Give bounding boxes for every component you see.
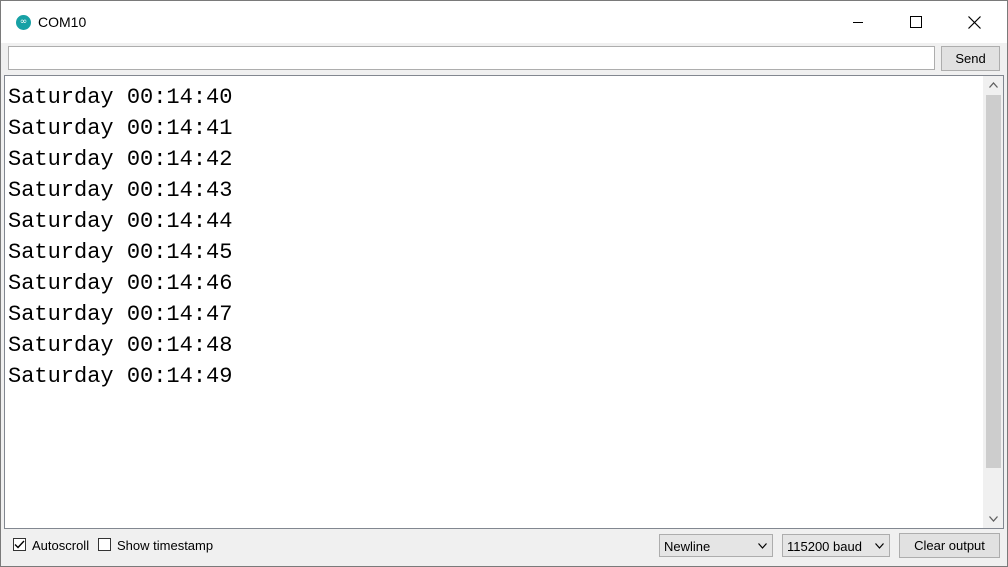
- output-line: Saturday 00:14:40: [8, 85, 233, 110]
- serial-monitor-window: ∞ COM10 Send Saturday 00:14:40 Saturday …: [0, 0, 1008, 567]
- chevron-down-icon: [989, 516, 998, 522]
- title-bar[interactable]: ∞ COM10: [1, 1, 1007, 43]
- minimize-button[interactable]: [829, 1, 887, 43]
- send-button[interactable]: Send: [941, 46, 1000, 71]
- clear-output-button[interactable]: Clear output: [899, 533, 1000, 558]
- baud-rate-value: 115200 baud: [787, 539, 862, 554]
- chevron-up-icon: [989, 82, 998, 88]
- output-line: Saturday 00:14:44: [8, 209, 233, 234]
- output-line: Saturday 00:14:46: [8, 271, 233, 296]
- show-timestamp-checkbox[interactable]: [98, 538, 111, 551]
- output-line: Saturday 00:14:43: [8, 178, 233, 203]
- status-bar: Autoscroll Show timestamp Newline 115200…: [1, 529, 1007, 566]
- output-line: Saturday 00:14:47: [8, 302, 233, 327]
- line-ending-select[interactable]: Newline: [659, 534, 773, 557]
- baud-rate-select[interactable]: 115200 baud: [782, 534, 890, 557]
- close-button[interactable]: [945, 1, 1003, 43]
- scroll-thumb[interactable]: [986, 95, 1001, 468]
- output-lines: Saturday 00:14:40 Saturday 00:14:41 Satu…: [8, 82, 232, 392]
- chevron-down-icon: [875, 543, 884, 549]
- maximize-button[interactable]: [887, 1, 945, 43]
- scroll-down-button[interactable]: [984, 510, 1003, 528]
- scroll-up-button[interactable]: [984, 76, 1003, 94]
- serial-output-area[interactable]: Saturday 00:14:40 Saturday 00:14:41 Satu…: [4, 75, 1004, 529]
- output-line: Saturday 00:14:41: [8, 116, 233, 141]
- minimize-icon: [853, 22, 863, 23]
- output-line: Saturday 00:14:42: [8, 147, 233, 172]
- line-ending-value: Newline: [664, 539, 711, 554]
- window-title: COM10: [38, 14, 87, 30]
- serial-input-field[interactable]: [8, 46, 935, 70]
- close-icon: [967, 15, 981, 29]
- output-line: Saturday 00:14:49: [8, 364, 233, 389]
- arduino-logo-icon: ∞: [16, 15, 31, 30]
- show-timestamp-label[interactable]: Show timestamp: [117, 538, 213, 553]
- maximize-icon: [910, 16, 922, 28]
- output-line: Saturday 00:14:45: [8, 240, 233, 265]
- chevron-down-icon: [758, 543, 767, 549]
- autoscroll-checkbox[interactable]: [13, 538, 26, 551]
- send-bar: Send: [1, 43, 1007, 75]
- vertical-scrollbar[interactable]: [983, 76, 1003, 528]
- checkmark-icon: [14, 540, 25, 549]
- output-line: Saturday 00:14:48: [8, 333, 233, 358]
- autoscroll-label[interactable]: Autoscroll: [32, 538, 89, 553]
